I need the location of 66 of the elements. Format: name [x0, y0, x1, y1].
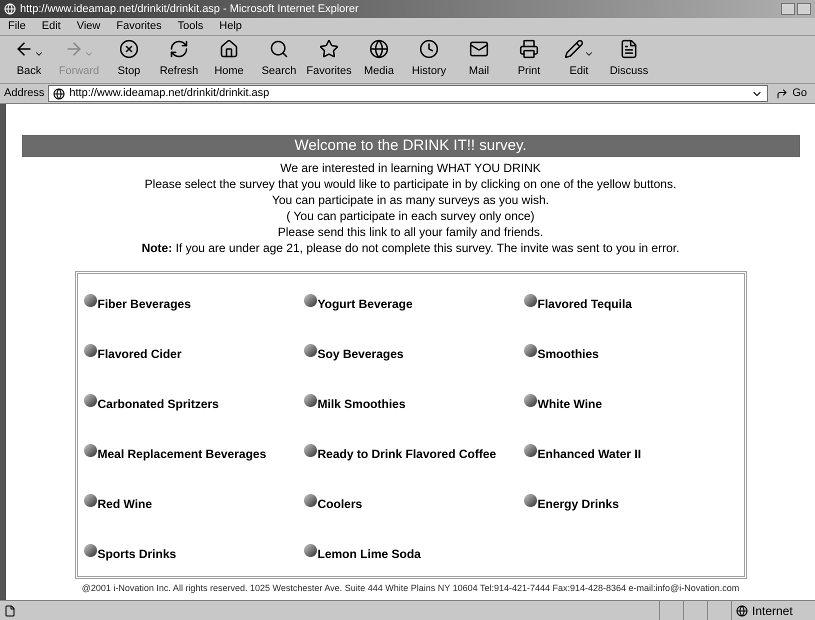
- pencil-icon: [564, 39, 584, 60]
- zone-label: Internet: [752, 602, 793, 620]
- survey-link[interactable]: White Wine: [524, 394, 744, 414]
- menu-item[interactable]: Tools: [178, 18, 204, 35]
- survey-link[interactable]: Sports Drinks: [84, 544, 304, 564]
- window-title: http://www.ideamap.net/drinkit/drinkit.asp - Microsoft Internet Explorer: [20, 2, 359, 17]
- home-icon: [219, 39, 239, 60]
- intro-text: ( You can participate in each survey only once): [286, 208, 535, 224]
- survey-link[interactable]: Meal Replacement Beverages: [84, 444, 304, 464]
- globe-icon: [736, 604, 748, 616]
- banner: Welcome to the DRINK IT!! survey.: [22, 135, 800, 157]
- survey-link[interactable]: Red Wine: [84, 494, 304, 514]
- go-button[interactable]: Go: [772, 85, 811, 102]
- address-field[interactable]: http://www.ideamap.net/drinkit/drinkit.asp: [48, 85, 768, 102]
- intro-text: Please select the survey that you would like to participate in by clicking on one of the yellow buttons.: [144, 176, 676, 192]
- menu-item[interactable]: Favorites: [116, 18, 162, 35]
- toolbar-button[interactable]: Mail: [454, 39, 504, 80]
- toolbar-button[interactable]: Back: [4, 39, 54, 80]
- intro-text: Please send this link to all your family and friends.: [278, 224, 544, 240]
- survey-link[interactable]: Lemon Lime Soda: [304, 544, 524, 564]
- survey-link[interactable]: Milk Smoothies: [304, 394, 524, 414]
- menu-item[interactable]: Help: [219, 18, 242, 35]
- footer-text: @2001 i-Novation Inc. All rights reserved. 1025 Westchester Ave. Suite 444 White Plains NY 10604 Tel:914-421-7444 Fax:914-428-8364 e-mail:info@i-Novation.com: [82, 582, 740, 595]
- menu-item[interactable]: File: [8, 18, 26, 35]
- toolbar-button[interactable]: Print: [504, 39, 554, 80]
- survey-link[interactable]: Coolers: [304, 494, 524, 514]
- printer-icon: [519, 39, 539, 60]
- toolbar-button[interactable]: Media: [354, 39, 404, 80]
- toolbar-button[interactable]: Edit: [554, 39, 604, 80]
- survey-link[interactable]: Flavored Tequila: [524, 294, 744, 314]
- address-label: Address: [4, 86, 44, 102]
- survey-link[interactable]: Ready to Drink Flavored Coffee: [304, 444, 524, 464]
- toolbar-button[interactable]: Favorites: [304, 39, 354, 80]
- survey-link[interactable]: Flavored Cider: [84, 344, 304, 364]
- survey-link[interactable]: Enhanced Water II: [524, 444, 744, 464]
- menu-item[interactable]: View: [76, 18, 100, 35]
- refresh-icon: [169, 39, 189, 60]
- survey-link[interactable]: Energy Drinks: [524, 494, 744, 514]
- browser-icon: [4, 3, 16, 15]
- page-icon: [4, 604, 16, 616]
- survey-link[interactable]: Carbonated Spritzers: [84, 394, 304, 414]
- intro-text: Note: If you are under age 21, please do not complete this survey. The invite was sent to you in error.: [142, 240, 680, 256]
- survey-link[interactable]: Yogurt Beverage: [304, 294, 524, 314]
- intro-text: We are interested in learning WHAT YOU DRINK: [280, 160, 541, 176]
- page-icon: [53, 88, 66, 100]
- star-icon: [319, 39, 339, 60]
- globe-icon: [369, 39, 389, 60]
- survey-link[interactable]: Smoothies: [524, 344, 744, 364]
- search-icon: [269, 39, 289, 60]
- minimize-button[interactable]: [781, 3, 795, 15]
- toolbar-button[interactable]: Search: [254, 39, 304, 80]
- toolbar-button[interactable]: Refresh: [154, 39, 204, 80]
- intro-text: You can participate in as many surveys as you wish.: [272, 192, 549, 208]
- toolbar-button[interactable]: Discuss: [604, 39, 654, 80]
- document-icon: [619, 39, 639, 60]
- clock-icon: [419, 39, 439, 60]
- menu-item[interactable]: Edit: [42, 18, 61, 35]
- toolbar-button[interactable]: Home: [204, 39, 254, 80]
- stop-icon: [119, 39, 139, 60]
- maximize-button[interactable]: [797, 3, 811, 15]
- survey-link[interactable]: Soy Beverages: [304, 344, 524, 364]
- go-icon: [776, 88, 788, 100]
- toolbar-button[interactable]: Stop: [104, 39, 154, 80]
- survey-link[interactable]: Fiber Beverages: [84, 294, 304, 314]
- toolbar-button[interactable]: History: [404, 39, 454, 80]
- mail-icon: [469, 39, 489, 60]
